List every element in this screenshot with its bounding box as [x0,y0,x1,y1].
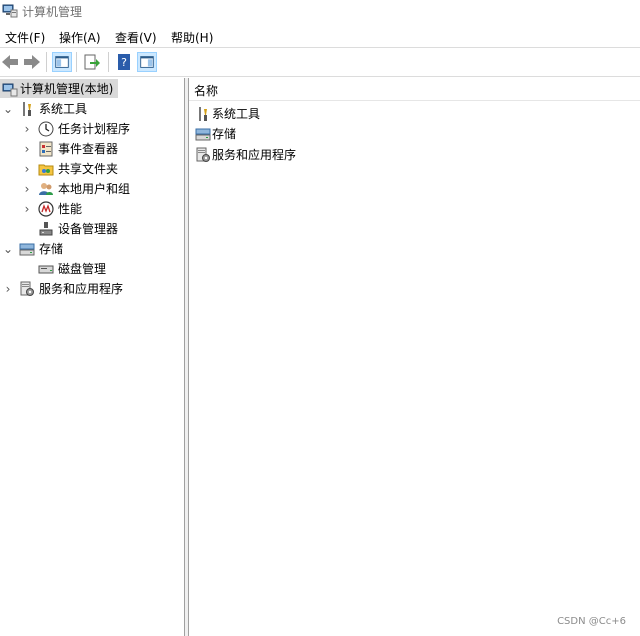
tree-label: 计算机管理(本地) [20,82,114,96]
export-list-icon[interactable] [82,52,102,72]
column-header-name[interactable]: 名称 [194,82,218,99]
computer-management-icon [2,4,18,18]
back-arrow-icon[interactable] [0,52,20,72]
menu-action[interactable]: 操作(A) [59,29,101,46]
show-hide-action-pane-icon[interactable] [137,52,157,72]
storage-icon [19,243,35,256]
tree-label: 事件查看器 [58,142,119,156]
disk-icon [38,265,54,274]
tree-label: 性能 [58,202,83,216]
console-tree: 计算机管理(本地) ⌄ 系统工具 › 任务计划程序 › 事件查看器 › 共享文件… [0,78,185,636]
chevron-right-icon[interactable]: › [22,159,32,179]
tree-label: 磁盘管理 [58,262,107,276]
toolbar-separator [46,52,47,72]
svg-text:?: ? [121,56,127,69]
menu-view[interactable]: 查看(V) [115,29,157,46]
list-item-label: 存储 [212,127,237,141]
forward-arrow-icon[interactable] [22,52,42,72]
tree-label: 设备管理器 [58,222,119,236]
menu-bar: 文件(F) 操作(A) 查看(V) 帮助(H) [0,26,640,46]
list-item-label: 系统工具 [212,107,261,121]
device-manager-icon [39,222,53,236]
chevron-right-icon[interactable]: › [22,119,32,139]
chevron-right-icon[interactable]: › [22,139,32,159]
clock-icon [38,121,54,137]
window-title: 计算机管理 [22,5,83,19]
users-icon [39,183,53,195]
tree-label: 服务和应用程序 [39,282,124,296]
tree-label: 存储 [39,242,64,256]
chevron-right-icon[interactable]: › [22,199,32,219]
storage-icon [195,128,211,141]
toolbar: ? [0,47,640,77]
shared-folder-icon [38,164,54,176]
tree-label: 任务计划程序 [58,122,131,136]
services-icon [196,147,210,162]
tree-label: 共享文件夹 [58,162,119,176]
chevron-right-icon[interactable]: › [22,179,32,199]
title-bar: 计算机管理 [0,0,640,22]
menu-help[interactable]: 帮助(H) [171,29,213,46]
toolbar-separator [76,52,77,72]
chevron-down-icon[interactable]: ⌄ [3,239,13,259]
tree-label: 系统工具 [39,102,88,116]
computer-management-icon [2,83,18,97]
header-divider [189,100,640,101]
help-icon[interactable]: ? [114,52,134,72]
tools-icon [23,102,31,116]
services-icon [20,281,34,296]
chevron-down-icon[interactable]: ⌄ [3,99,13,119]
show-hide-console-tree-icon[interactable] [52,52,72,72]
menu-file[interactable]: 文件(F) [5,29,45,46]
event-log-icon [39,141,53,157]
watermark: CSDN @Cc+6 [557,616,626,627]
tree-label: 本地用户和组 [58,182,131,196]
toolbar-separator [108,52,109,72]
list-item-label: 服务和应用程序 [212,148,297,162]
performance-gauge-icon [38,201,54,217]
details-pane: 名称 系统工具 存储 服务和应用程序 [189,78,640,636]
chevron-right-icon[interactable]: › [3,279,13,299]
tools-icon [199,107,207,121]
